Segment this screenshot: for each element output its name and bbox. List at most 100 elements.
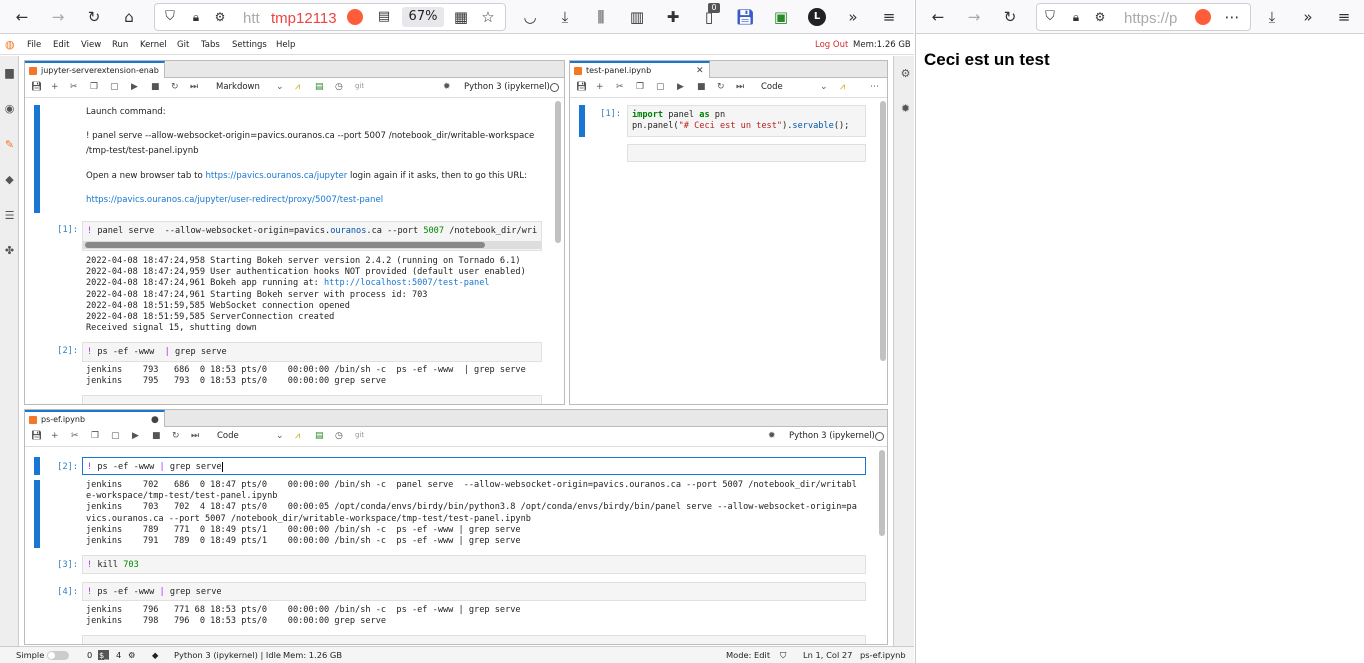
code-input-kill[interactable]: ! kill 703: [82, 555, 866, 574]
horizontal-scrollbar-track[interactable]: [83, 241, 541, 249]
paste-icon[interactable]: ▢: [110, 82, 119, 92]
kernels-count[interactable]: 4: [116, 650, 121, 660]
tab-test-panel[interactable]: test-panel.ipynb ✕: [570, 61, 710, 78]
permissions-icon[interactable]: ⚙: [209, 6, 231, 28]
clock-icon[interactable]: ◷: [335, 431, 343, 441]
code-input-empty[interactable]: [82, 635, 866, 644]
stop-icon[interactable]: ■: [152, 431, 161, 441]
output-collapser[interactable]: [34, 480, 40, 548]
save-icon[interactable]: 💾︎: [734, 6, 756, 28]
overflow-chevrons-icon[interactable]: »: [1297, 6, 1319, 28]
clock-icon[interactable]: ◷: [335, 82, 343, 92]
page-action-icon[interactable]: ▣: [770, 6, 792, 28]
lock-icon[interactable]: 🔒︎: [185, 6, 207, 28]
chart-icon[interactable]: ⩘: [295, 431, 300, 441]
back-icon[interactable]: ←: [11, 6, 33, 28]
bug-icon[interactable]: ✹: [443, 82, 451, 92]
extensions-icon[interactable]: ✚: [662, 6, 684, 28]
chart-icon[interactable]: ⩘: [295, 82, 300, 92]
git-icon[interactable]: ◆: [3, 173, 16, 186]
stop-icon[interactable]: ■: [697, 82, 706, 92]
shield-icon[interactable]: ⛉: [1039, 6, 1061, 28]
tab-serverextension[interactable]: jupyter-serverextension-enab: [25, 61, 165, 78]
hamburger-menu-icon[interactable]: ≡: [878, 6, 900, 28]
menu-file[interactable]: File: [27, 40, 41, 50]
terminal-icon[interactable]: $_: [98, 650, 110, 660]
lock-icon[interactable]: 🔒︎: [1065, 6, 1087, 28]
table-icon[interactable]: ▤: [315, 431, 324, 441]
more-icon[interactable]: ⋯: [870, 82, 879, 92]
reader-icon[interactable]: ▤: [373, 6, 395, 28]
git-label[interactable]: git: [355, 82, 364, 90]
tab-ps-ef[interactable]: ps-ef.ipynb ●: [25, 410, 165, 427]
simple-mode-toggle[interactable]: [47, 651, 69, 660]
restart-run-icon[interactable]: ⏭: [191, 431, 199, 441]
chevron-down-icon[interactable]: ⌄: [276, 82, 284, 92]
restart-icon[interactable]: ↻: [171, 82, 179, 92]
bug-icon[interactable]: ✹: [768, 431, 776, 441]
git-label[interactable]: git: [355, 431, 364, 439]
save-icon[interactable]: 💾︎: [31, 82, 42, 92]
shield-icon[interactable]: ⛉: [159, 6, 181, 28]
code-input-ps[interactable]: ! ps -ef -www | grep serve: [82, 582, 866, 601]
menu-git[interactable]: Git: [177, 40, 189, 50]
kernel-status[interactable]: Python 3 (ipykernel) | Idle: [174, 650, 281, 660]
save-icon[interactable]: 💾︎: [576, 82, 587, 92]
reload-icon[interactable]: ↻: [83, 6, 105, 28]
property-inspector-icon[interactable]: ⚙: [899, 67, 912, 80]
avatar[interactable]: L: [808, 8, 826, 26]
close-icon[interactable]: ✕: [696, 66, 704, 76]
cell-collapser[interactable]: [34, 105, 40, 213]
debugger-icon[interactable]: ✹: [899, 102, 912, 115]
proxy-link[interactable]: https://pavics.ouranos.ca/jupyter/user-r…: [86, 193, 383, 207]
copy-icon[interactable]: ❐: [91, 431, 99, 441]
cursor-position[interactable]: Ln 1, Col 27: [803, 650, 852, 660]
cut-icon[interactable]: ✂: [616, 82, 624, 92]
copy-icon[interactable]: ❐: [636, 82, 644, 92]
vertical-scrollbar[interactable]: [880, 101, 886, 361]
toc-icon[interactable]: ☰: [3, 209, 16, 222]
chevron-down-icon[interactable]: ⌄: [820, 82, 828, 92]
menu-kernel[interactable]: Kernel: [140, 40, 167, 50]
run-icon[interactable]: ▶: [677, 82, 684, 92]
cut-icon[interactable]: ✂: [71, 431, 79, 441]
git-branch-icon[interactable]: ◆: [152, 650, 158, 660]
code-input-ps[interactable]: ! ps -ef -www | grep serve: [82, 342, 542, 362]
horizontal-scrollbar-thumb[interactable]: [85, 242, 485, 248]
back-icon[interactable]: ←: [927, 6, 949, 28]
vertical-scrollbar[interactable]: [555, 101, 561, 243]
cell-type-select[interactable]: Code: [761, 82, 783, 92]
extension-icon[interactable]: ✎: [3, 138, 16, 151]
forward-icon[interactable]: →: [963, 6, 985, 28]
code-input-panel[interactable]: import panel as pn pn.panel("# Ceci est …: [627, 105, 866, 137]
cell-type-select[interactable]: Markdown: [216, 82, 260, 92]
copy-icon[interactable]: ❐: [90, 82, 98, 92]
menu-run[interactable]: Run: [112, 40, 128, 50]
unsaved-dot-icon[interactable]: ●: [151, 415, 159, 425]
menu-edit[interactable]: Edit: [53, 40, 69, 50]
zoom-level[interactable]: 67%: [402, 7, 444, 27]
trusted-icon[interactable]: ⛉: [780, 650, 786, 661]
puzzle-icon[interactable]: ✤: [3, 244, 16, 257]
download-icon[interactable]: ⤓: [554, 6, 576, 28]
menu-help[interactable]: Help: [276, 40, 295, 50]
kernel-name[interactable]: Python 3 (ipykernel): [789, 431, 875, 441]
run-icon[interactable]: ▶: [131, 82, 138, 92]
save-icon[interactable]: 💾︎: [31, 431, 42, 441]
home-icon[interactable]: ⌂: [118, 6, 140, 28]
url-bar[interactable]: ⛉ 🔒︎ ⚙ https://p ⋯: [1036, 3, 1251, 31]
code-input-empty[interactable]: [82, 395, 542, 404]
pocket-icon[interactable]: ◡: [519, 6, 541, 28]
code-input-active[interactable]: ! ps -ef -www | grep serve: [82, 457, 866, 475]
sidebar-icon[interactable]: ▥: [626, 6, 648, 28]
chart-icon[interactable]: ⩘: [840, 82, 845, 92]
more-icon[interactable]: ⋯: [1221, 6, 1243, 28]
bookmark-star-icon[interactable]: ☆: [477, 6, 499, 28]
run-icon[interactable]: ▶: [132, 431, 139, 441]
kernel-gear-icon[interactable]: ⚙: [128, 650, 135, 660]
kernel-name[interactable]: Python 3 (ipykernel): [464, 82, 550, 92]
add-cell-icon[interactable]: +: [51, 431, 59, 441]
cut-icon[interactable]: ✂: [70, 82, 78, 92]
vertical-scrollbar[interactable]: [879, 450, 885, 536]
menu-view[interactable]: View: [81, 40, 101, 50]
